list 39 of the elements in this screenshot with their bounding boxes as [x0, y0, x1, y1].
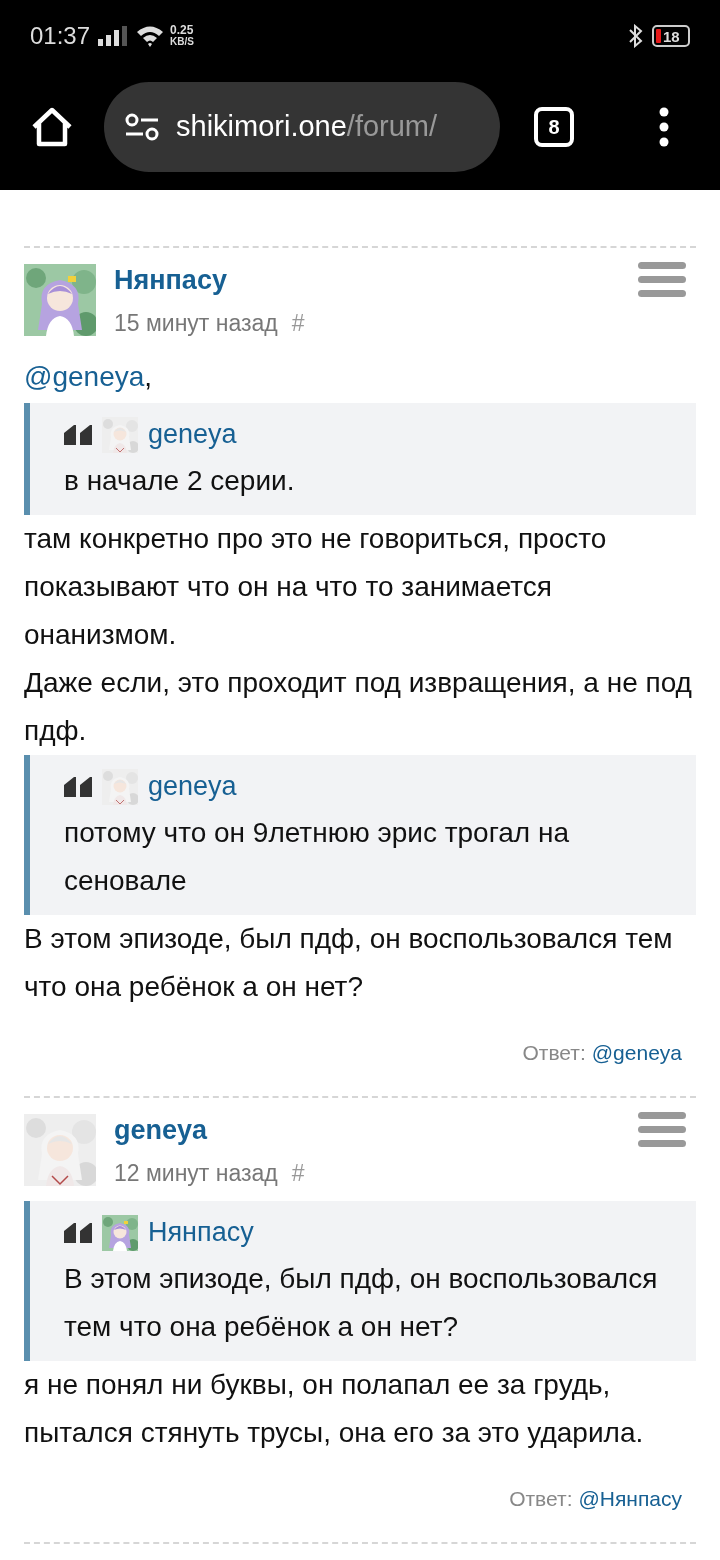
quote-text: потому что он 9летнюю эрис трогал на сеновале [64, 815, 570, 898]
quote-author[interactable]: geneya [148, 766, 237, 807]
quote-author[interactable]: geneya [148, 414, 237, 455]
post-text: я не понял ни буквы, он полапал ее за грудь, пытался стянуть трусы, она его за это ударила. [24, 1367, 645, 1450]
menu-icon[interactable] [638, 1112, 686, 1148]
battery-level: 18 [663, 28, 680, 44]
net-speed: 0.25 [170, 25, 194, 36]
quote-icon [64, 1222, 94, 1243]
more-icon[interactable] [658, 107, 670, 147]
reply-link[interactable]: @geneya [591, 1036, 682, 1068]
quote-text: В этом эпизоде, был пдф, он воспользовался тем что она ребёнок а он нет? [64, 1261, 659, 1344]
reply-label: Ответ: [509, 1485, 573, 1512]
quote-text: в начале 2 серии. [64, 463, 296, 498]
menu-icon[interactable] [638, 262, 686, 298]
home-icon[interactable] [30, 107, 74, 147]
comma: , [144, 360, 153, 392]
battery-fill [656, 29, 661, 43]
quote-author[interactable]: Нянпасу [148, 1212, 254, 1253]
post-time: 15 минут назад [114, 309, 278, 338]
post-text: В этом эпизоде, был пдф, он воспользовался тем что она ребёнок а он нет? [24, 921, 674, 1004]
author-name[interactable]: geneya [114, 1112, 638, 1148]
post-text: там конкретно про это не говориться, просто показывают что он на что то занимается онанизмом. [24, 521, 608, 652]
signal-icon [98, 26, 129, 46]
post-time: 12 минут назад [114, 1159, 278, 1188]
reply-label: Ответ: [522, 1039, 586, 1066]
address-bar[interactable]: shikimori.one/forum/ [104, 82, 500, 172]
net-unit: KB/S [170, 36, 194, 47]
mention-link[interactable]: @geneya [24, 360, 145, 392]
quote-icon [64, 776, 94, 797]
author-name[interactable]: Нянпасу [114, 262, 638, 298]
quote-icon [64, 424, 94, 445]
site-settings-icon[interactable] [124, 112, 160, 142]
url-text: shikimori.one/forum/ [176, 109, 438, 145]
tabs-button[interactable]: 8 [534, 107, 574, 147]
clock: 01:37 [30, 21, 91, 51]
bluetooth-icon [628, 24, 644, 48]
post-text: Даже если, это проходит под извращения, а не под пдф. [24, 665, 693, 748]
wifi-icon [136, 25, 165, 47]
reply-link[interactable]: @Нянпасу [578, 1482, 682, 1514]
